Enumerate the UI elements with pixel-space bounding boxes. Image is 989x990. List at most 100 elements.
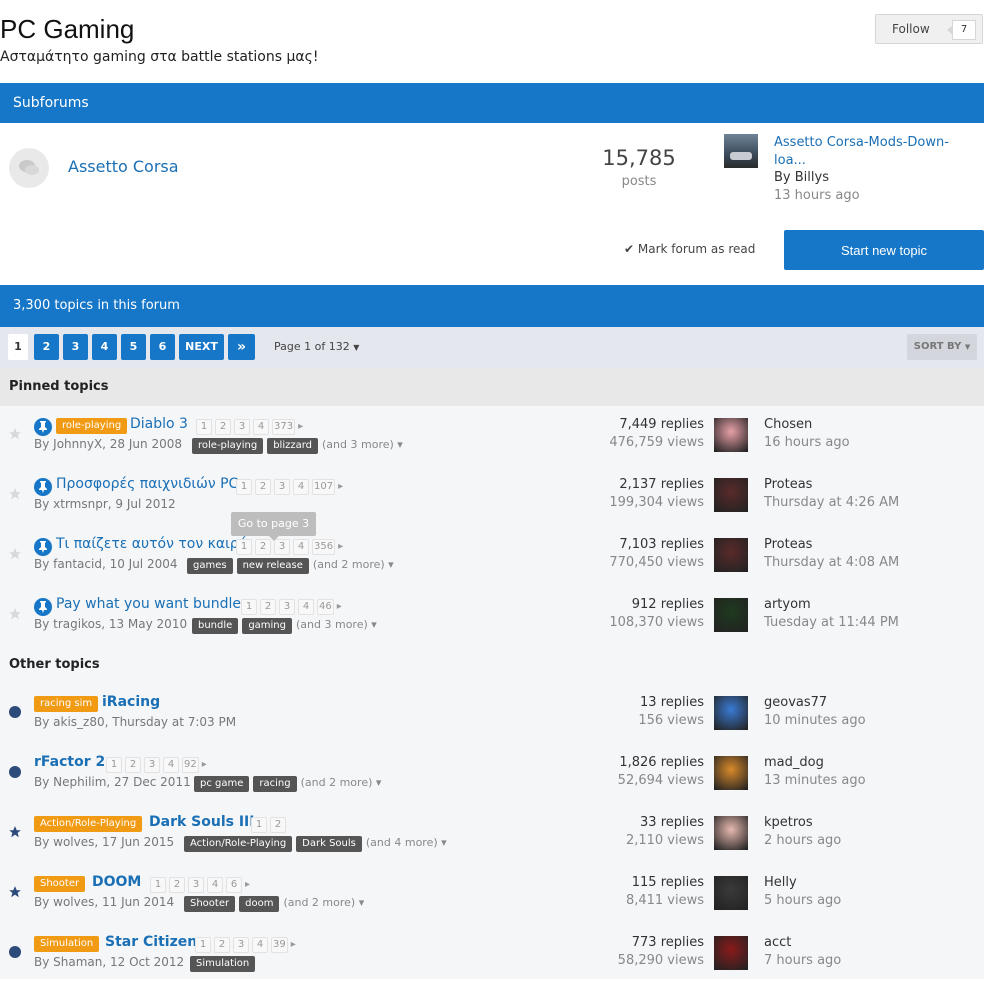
subforum-link[interactable]: Assetto Corsa xyxy=(68,157,179,176)
avatar[interactable] xyxy=(714,418,748,452)
mini-page-link[interactable]: 1 xyxy=(150,877,166,893)
topic-row[interactable]: Τι παίζετε αυτόν τον καιρό; 1 2 3 4 356 ▸ By fa… xyxy=(0,532,984,592)
topic-title-link[interactable]: DOOM xyxy=(92,874,141,890)
mini-page-link[interactable]: 4 xyxy=(293,539,309,555)
topic-row[interactable]: Προσφορές παιχνιδιών PC 1 2 3 4 107 ▸ By xtrmsn… xyxy=(0,472,984,532)
avatar[interactable] xyxy=(714,598,748,632)
mini-page-link[interactable]: 3 xyxy=(274,479,290,495)
topic-tag[interactable]: gaming xyxy=(242,618,292,634)
mini-page-link[interactable]: 356 xyxy=(312,539,336,555)
last-poster-name[interactable]: Proteas xyxy=(764,537,812,552)
last-poster-name[interactable]: Helly xyxy=(764,875,797,890)
mini-page-link[interactable]: 1 xyxy=(236,539,252,555)
mini-page-link[interactable]: 3 xyxy=(233,937,249,953)
last-page-button[interactable]: » xyxy=(228,334,255,360)
mini-page-link[interactable]: 2 xyxy=(215,419,231,435)
last-poster-name[interactable]: Proteas xyxy=(764,477,812,492)
last-post-time[interactable]: 2 hours ago xyxy=(764,833,841,848)
mini-page-link[interactable]: 1 xyxy=(196,419,212,435)
mini-page-link[interactable]: 4 xyxy=(293,479,309,495)
topic-tag[interactable]: new release xyxy=(236,558,309,574)
mini-page-arrow-icon[interactable]: ▸ xyxy=(245,879,250,890)
star-outline-icon[interactable] xyxy=(8,546,22,565)
topic-title-link[interactable]: iRacing xyxy=(102,694,160,710)
last-poster-name[interactable]: Chosen xyxy=(764,417,812,432)
subforum-last-thumbnail[interactable] xyxy=(724,134,758,168)
more-tags-link[interactable]: (and 2 more) ▾ xyxy=(301,776,382,789)
mini-page-link[interactable]: 4 xyxy=(298,599,314,615)
topic-tag[interactable]: pc game xyxy=(194,776,250,792)
mini-page-arrow-icon[interactable]: ▸ xyxy=(202,759,207,770)
topic-prefix[interactable]: Simulation xyxy=(34,936,100,952)
mini-page-link[interactable]: 373 xyxy=(272,419,296,435)
mark-read-link[interactable]: ✔ Mark forum as read xyxy=(624,242,755,256)
last-post-time[interactable]: 5 hours ago xyxy=(764,893,841,908)
topic-tag[interactable]: doom xyxy=(239,896,280,912)
more-tags-link[interactable]: (and 3 more) ▾ xyxy=(296,618,377,631)
last-poster-name[interactable]: geovas77 xyxy=(764,695,827,710)
avatar[interactable] xyxy=(714,876,748,910)
star-outline-icon[interactable] xyxy=(8,606,22,625)
mini-page-link[interactable]: 3 xyxy=(274,539,290,555)
mini-page-link[interactable]: 46 xyxy=(317,599,334,615)
mini-page-arrow-icon[interactable]: ▸ xyxy=(338,481,343,492)
sort-by-dropdown[interactable]: SORT BY ▼ xyxy=(907,334,977,360)
more-tags-link[interactable]: (and 3 more) ▾ xyxy=(322,438,403,451)
mini-page-arrow-icon[interactable]: ▸ xyxy=(291,939,296,950)
last-post-time[interactable]: 16 hours ago xyxy=(764,435,850,450)
topic-prefix[interactable]: racing sim xyxy=(34,696,99,712)
topic-tag[interactable]: Shooter xyxy=(184,896,236,912)
more-tags-link[interactable]: (and 4 more) ▾ xyxy=(366,836,447,849)
last-poster-name[interactable]: mad_dog xyxy=(764,755,824,770)
topic-row[interactable]: Pay what you want bundles 1 2 3 4 46 ▸ By tragi… xyxy=(0,592,984,652)
last-post-time[interactable]: Thursday at 4:26 AM xyxy=(764,495,899,510)
topic-row[interactable]: Simulation Star Citizen 1 2 3 4 39 ▸ By Shaman, … xyxy=(0,930,984,990)
unread-dot-icon[interactable] xyxy=(8,764,22,783)
mini-page-link[interactable]: 1 xyxy=(251,817,267,833)
star-icon[interactable] xyxy=(8,884,22,903)
last-post-time[interactable]: Tuesday at 11:44 PM xyxy=(764,615,899,630)
mini-page-link[interactable]: 1 xyxy=(106,757,122,773)
mini-page-link[interactable]: 4 xyxy=(207,877,223,893)
page-2[interactable]: 2 xyxy=(34,334,59,360)
star-outline-icon[interactable] xyxy=(8,426,22,445)
mini-page-arrow-icon[interactable]: ▸ xyxy=(298,421,303,432)
star-icon[interactable] xyxy=(8,824,22,843)
topic-tag[interactable]: Dark Souls xyxy=(296,836,362,852)
mini-page-arrow-icon[interactable]: ▸ xyxy=(338,541,343,552)
last-poster-name[interactable]: acct xyxy=(764,935,791,950)
star-outline-icon[interactable] xyxy=(8,486,22,505)
last-post-time[interactable]: Thursday at 4:08 AM xyxy=(764,555,899,570)
next-page-button[interactable]: NEXT xyxy=(179,334,224,360)
topic-row[interactable]: Action/Role-Playing Dark Souls III 1 2 By wo… xyxy=(0,810,984,870)
topic-row[interactable]: rFactor 2 1 2 3 4 92 ▸ By Nephilim, 27 Dec 2011… xyxy=(0,750,984,810)
last-poster-name[interactable]: kpetros xyxy=(764,815,813,830)
topic-title-link[interactable]: rFactor 2 xyxy=(34,754,105,770)
topic-tag[interactable]: games xyxy=(187,558,233,574)
mini-page-link[interactable]: 1 xyxy=(195,937,211,953)
topic-title-link[interactable]: Dark Souls III xyxy=(149,814,254,830)
mini-page-link[interactable]: 2 xyxy=(270,817,286,833)
topic-prefix[interactable]: Action/Role-Playing xyxy=(34,816,143,832)
mini-page-link[interactable]: 39 xyxy=(271,937,288,953)
mini-page-link[interactable]: 107 xyxy=(312,479,336,495)
mini-page-link[interactable]: 2 xyxy=(255,479,271,495)
avatar[interactable] xyxy=(714,936,748,970)
avatar[interactable] xyxy=(714,538,748,572)
topic-title-link[interactable]: Pay what you want bundles xyxy=(56,596,248,612)
page-3[interactable]: 3 xyxy=(63,334,88,360)
mini-page-link[interactable]: 1 xyxy=(241,599,257,615)
topic-row[interactable]: role-playing Diablo 3 1 2 3 4 373 ▸ By JohnnyX, … xyxy=(0,412,984,472)
more-tags-link[interactable]: (and 2 more) ▾ xyxy=(283,896,364,909)
avatar[interactable] xyxy=(714,478,748,512)
mini-page-link[interactable]: 2 xyxy=(125,757,141,773)
topic-tag[interactable]: Simulation xyxy=(190,956,256,972)
mini-page-link[interactable]: 1 xyxy=(236,479,252,495)
topic-title-link[interactable]: Diablo 3 xyxy=(130,416,188,432)
topic-prefix[interactable]: role-playing xyxy=(56,418,128,434)
last-post-time[interactable]: 10 minutes ago xyxy=(764,713,866,728)
page-4[interactable]: 4 xyxy=(92,334,117,360)
mini-page-link[interactable]: 6 xyxy=(226,877,242,893)
topic-row[interactable]: Shooter DOOM 1 2 3 4 6 ▸ By wolves, 11 Jun 2014 S… xyxy=(0,870,984,930)
avatar[interactable] xyxy=(714,816,748,850)
